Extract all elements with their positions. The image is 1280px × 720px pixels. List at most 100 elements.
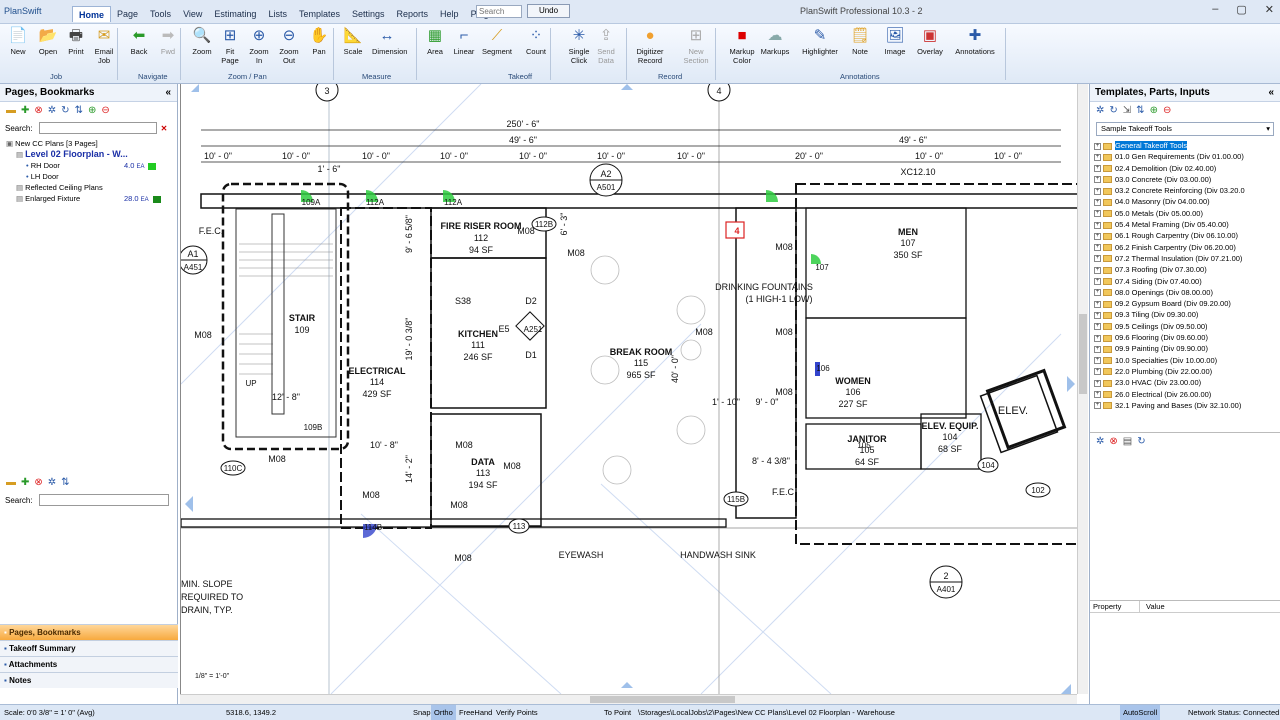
send-data-button[interactable]: ⇪ Send Data <box>591 26 621 65</box>
sort-icon[interactable]: ⇅ <box>61 478 69 488</box>
freehand-toggle[interactable]: FreeHand <box>456 705 495 720</box>
expand-icon[interactable]: + <box>1094 232 1101 240</box>
chevron-down-icon[interactable]: ▾ <box>1266 123 1270 135</box>
accordion-pages-bookmarks[interactable]: ▪ Pages, Bookmarks <box>0 624 178 640</box>
delete-icon[interactable]: ⊗ <box>34 478 42 488</box>
undo-button[interactable]: Undo <box>527 4 570 18</box>
menu-page[interactable]: Page <box>111 6 144 22</box>
page-tree-item[interactable]: ▤ Enlarged Fixture 28.0 EA <box>2 193 175 204</box>
image-button[interactable]: 🖼 Image <box>880 26 910 56</box>
floorplan-drawing[interactable]: 3 4 250' - 6" 49' - 6" 49' - 6" 10' - 0"… <box>178 78 1082 695</box>
menu-lists[interactable]: Lists <box>262 6 293 22</box>
zoom-button[interactable]: 🔍 Zoom <box>187 26 217 56</box>
template-folder-item[interactable]: +05.0 Metals (Div 05.00.00) <box>1094 208 1280 219</box>
template-folder-item[interactable]: +03.2 Concrete Reinforcing (Div 03.20.0 <box>1094 185 1280 196</box>
ortho-toggle[interactable]: Ortho <box>431 705 456 720</box>
zoom-out-button[interactable]: ⊖ Zoom Out <box>274 26 304 65</box>
menu-reports[interactable]: Reports <box>391 6 435 22</box>
accordion-takeoff-summary[interactable]: ▪ Takeoff Summary <box>0 640 178 656</box>
close-icon[interactable]: ✕ <box>1265 3 1274 16</box>
expand-icon[interactable]: + <box>1094 187 1101 195</box>
back-button[interactable]: ⬅ Back <box>124 26 154 56</box>
bookmarks-search-input[interactable] <box>38 494 169 506</box>
expand-icon[interactable]: + <box>1094 266 1101 274</box>
template-folder-item[interactable]: + General Takeoff Tools <box>1094 140 1280 151</box>
linear-button[interactable]: ⌐ Linear <box>449 26 479 56</box>
settings-icon[interactable]: ✲ <box>1096 106 1104 116</box>
settings-icon[interactable]: ✲ <box>1096 437 1104 447</box>
expand-icon[interactable]: + <box>1094 221 1101 229</box>
delete-icon[interactable]: ⊗ <box>1109 437 1117 447</box>
menu-tools[interactable]: Tools <box>144 6 177 22</box>
template-folder-item[interactable]: +07.4 Siding (Div 07.40.00) <box>1094 276 1280 287</box>
sort-icon[interactable]: ⇅ <box>1136 106 1144 116</box>
digitizer-record-button[interactable]: ● Digitizer Record <box>630 26 670 65</box>
maximize-icon[interactable]: ▢ <box>1236 3 1246 16</box>
autoscroll-toggle[interactable]: AutoScroll <box>1120 705 1161 720</box>
pan-button[interactable]: ✋ Pan <box>304 26 334 56</box>
expand-icon[interactable]: + <box>1094 255 1101 263</box>
search-input[interactable] <box>476 5 522 18</box>
expand-icon[interactable]: + <box>1094 244 1101 252</box>
expand-icon[interactable]: + <box>1094 165 1101 173</box>
zoom-in-button[interactable]: ⊕ Zoom In <box>244 26 274 65</box>
accordion-attachments[interactable]: ▪ Attachments <box>0 656 178 672</box>
template-folder-item[interactable]: +09.5 Ceilings (Div 09.50.00) <box>1094 321 1280 332</box>
add-green-icon[interactable]: ⊕ <box>88 106 96 116</box>
page-tree-item[interactable]: • RH Door 4.0 EA <box>2 160 175 171</box>
area-button[interactable]: ▦ Area <box>420 26 450 56</box>
template-folder-item[interactable]: +01.0 Gen Requirements (Div 01.00.00) <box>1094 151 1280 162</box>
remove-red-icon[interactable]: ⊖ <box>101 106 109 116</box>
scale-button[interactable]: 📐 Scale <box>338 26 368 56</box>
horizontal-scrollbar[interactable] <box>180 694 1077 704</box>
expand-icon[interactable]: + <box>1094 153 1101 161</box>
collapse-icon[interactable]: « <box>165 84 171 102</box>
clear-search-icon[interactable]: ✕ <box>161 124 168 133</box>
menu-estimating[interactable]: Estimating <box>208 6 262 22</box>
snap-toggle[interactable]: Snap <box>410 705 434 720</box>
segment-button[interactable]: ⟋ Segment <box>482 26 512 56</box>
expand-icon[interactable]: + <box>1094 278 1101 286</box>
minimize-icon[interactable]: – <box>1212 3 1218 16</box>
template-folder-item[interactable]: +03.0 Concrete (Div 03.00.00) <box>1094 174 1280 185</box>
vertical-scroll-thumb[interactable] <box>1079 314 1087 394</box>
template-folder-item[interactable]: +09.9 Painting (Div 09.90.00) <box>1094 343 1280 354</box>
template-dropdown[interactable]: Sample Takeoff Tools ▾ <box>1096 122 1274 136</box>
print-button[interactable]: 🖶 Print <box>61 26 91 56</box>
template-folder-item[interactable]: +06.2 Finish Carpentry (Div 06.20.00) <box>1094 242 1280 253</box>
template-folder-item[interactable]: +07.2 Thermal Insulation (Div 07.21.00) <box>1094 253 1280 264</box>
expand-icon[interactable]: + <box>1094 334 1101 342</box>
verify-points-toggle[interactable]: Verify Points <box>493 705 541 720</box>
expand-icon[interactable]: + <box>1094 300 1101 308</box>
page-tree-item[interactable]: ▤ Reflected Ceiling Plans <box>2 182 175 193</box>
menu-view[interactable]: View <box>177 6 208 22</box>
add-green-icon[interactable]: ⊕ <box>1150 106 1158 116</box>
template-folder-item[interactable]: +10.0 Specialties (Div 10.00.00) <box>1094 355 1280 366</box>
refresh-icon[interactable]: ↻ <box>1109 106 1117 116</box>
template-folder-item[interactable]: +09.6 Flooring (Div 09.60.00) <box>1094 332 1280 343</box>
expand-icon[interactable]: + <box>1094 289 1101 297</box>
pages-search-input[interactable] <box>38 122 157 134</box>
expand-icon[interactable]: + <box>1094 391 1101 399</box>
note-button[interactable]: 🗒 Note <box>845 26 875 56</box>
menu-home[interactable]: Home <box>72 6 112 22</box>
expand-icon[interactable]: + <box>1094 142 1101 150</box>
fit-page-button[interactable]: ⊞ Fit Page <box>215 26 245 65</box>
template-folder-item[interactable]: +22.0 Plumbing (Div 22.00.00) <box>1094 366 1280 377</box>
delete-icon[interactable]: ⊖ <box>1163 106 1171 116</box>
template-folder-item[interactable]: +09.3 Tiling (Div 09.30.00) <box>1094 309 1280 320</box>
refresh-icon[interactable]: ↻ <box>1137 437 1145 447</box>
folder-icon[interactable]: ▬ <box>6 478 16 488</box>
menu-templates[interactable]: Templates <box>293 6 346 22</box>
new-section-button[interactable]: ⊞ New Section <box>676 26 716 65</box>
filter-icon[interactable]: ⇲ <box>1123 106 1131 116</box>
refresh-icon[interactable]: ↻ <box>61 106 69 116</box>
template-folder-item[interactable]: +32.1 Paving and Bases (Div 32.10.00) <box>1094 400 1280 411</box>
add-icon[interactable]: ✚ <box>21 478 29 488</box>
folder-icon[interactable]: ▬ <box>6 106 16 116</box>
expand-icon[interactable]: + <box>1094 379 1101 387</box>
markups-button[interactable]: ☁ Markups <box>760 26 790 56</box>
expand-icon[interactable]: + <box>1094 176 1101 184</box>
email-job-button[interactable]: ✉ Email Job <box>89 26 119 65</box>
expand-icon[interactable]: + <box>1094 210 1101 218</box>
